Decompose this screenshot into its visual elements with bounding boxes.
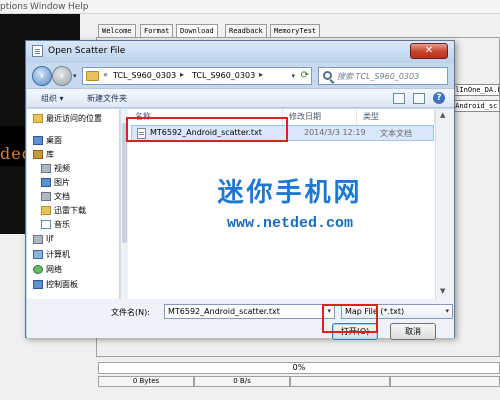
- dialog-toolbar: 组织 ▾ 新建文件夹 ?: [27, 88, 454, 108]
- scroll-down-icon[interactable]: ▼: [440, 287, 445, 295]
- tab-readback[interactable]: Readback: [225, 24, 267, 38]
- back-button[interactable]: ‹: [32, 66, 52, 86]
- refresh-icon[interactable]: ⟳: [301, 70, 309, 81]
- file-modified: 2014/3/3 12:19: [304, 128, 366, 137]
- status-cell-3: [290, 376, 390, 387]
- scroll-up-icon[interactable]: ▲: [440, 111, 445, 119]
- file-scrollbar[interactable]: ▲ ▼: [435, 109, 454, 299]
- tab-welcome[interactable]: Welcome: [98, 24, 136, 38]
- column-modified[interactable]: 修改日期: [283, 109, 357, 125]
- breadcrumb-separator-end[interactable]: ▸: [259, 70, 263, 79]
- control-panel-icon: [33, 280, 43, 289]
- dialog-titlebar[interactable]: Open Scatter File ✕: [26, 41, 454, 63]
- documents-icon: [41, 192, 51, 201]
- address-bar[interactable]: « TCL_S960_0303 ▸ TCL_S960_0303 ▸ ▾ ⟳: [82, 67, 312, 85]
- watermark-url: www.netded.com: [226, 215, 354, 232]
- column-type[interactable]: 类型: [357, 109, 435, 125]
- music-icon: [41, 220, 51, 229]
- progress-bar: 0%: [98, 362, 500, 374]
- status-cell-4: [390, 376, 500, 387]
- file-highlight-box: [126, 117, 288, 142]
- menu-help[interactable]: Help: [68, 2, 89, 12]
- close-button[interactable]: ✕: [410, 43, 448, 59]
- da-file-field[interactable]: llInOne_DA.bin: [448, 84, 500, 96]
- filename-input[interactable]: MT6592_Android_scatter.txt ▾: [164, 304, 335, 319]
- watermark: 迷你手机网 www.netded.com: [175, 172, 405, 232]
- document-icon: [32, 45, 43, 57]
- new-folder-button[interactable]: 新建文件夹: [87, 93, 127, 104]
- dialog-footer: 文件名(N): MT6592_Android_scatter.txt ▾ Map…: [27, 299, 454, 340]
- breadcrumb-separator[interactable]: ▸: [180, 70, 184, 79]
- library-icon: [33, 150, 43, 159]
- breadcrumb-item-2[interactable]: TCL_S960_0303: [192, 71, 255, 80]
- user-icon: [33, 235, 43, 244]
- downloads-folder-icon: [41, 206, 51, 215]
- cancel-button[interactable]: 取消: [390, 323, 436, 340]
- breadcrumb-item-1[interactable]: TCL_S960_0303: [113, 71, 176, 80]
- tab-format[interactable]: Format: [140, 24, 174, 38]
- address-dropdown-icon[interactable]: ▾: [291, 72, 295, 80]
- status-bar: 0% 0 Bytes 0 B/s: [98, 362, 500, 400]
- video-icon: [41, 164, 51, 173]
- watermark-title: 迷你手机网: [217, 178, 363, 208]
- file-type: 文本文档: [380, 129, 412, 138]
- view-options-icon[interactable]: [393, 93, 405, 104]
- address-bar-row: ‹ › ▾ « TCL_S960_0303 ▸ TCL_S960_0303 ▸ …: [32, 65, 448, 87]
- search-icon: [323, 71, 332, 80]
- filename-value: MT6592_Android_scatter.txt: [168, 307, 280, 316]
- preview-pane-icon[interactable]: [413, 93, 425, 104]
- filetype-dropdown-icon[interactable]: ▾: [445, 307, 449, 315]
- breadcrumb-overflow[interactable]: «: [103, 70, 108, 79]
- status-speed: 0 B/s: [194, 376, 290, 387]
- scatter-file-field[interactable]: _Android_sc: [448, 100, 500, 112]
- search-placeholder: 搜索 TCL_S960_0303: [337, 72, 420, 81]
- menu-window[interactable]: Window: [30, 2, 66, 12]
- folder-icon: [86, 71, 99, 81]
- navigation-pane: 最近访问的位置 桌面 库 视频 图片 文档 迅雷下载 音乐 ljf 计算机 网络…: [27, 109, 120, 299]
- pictures-icon: [41, 178, 51, 187]
- filename-label: 文件名(N):: [111, 308, 150, 317]
- open-highlight-box: [322, 304, 378, 333]
- menu-options[interactable]: ptions: [0, 2, 28, 12]
- computer-icon: [33, 250, 43, 259]
- network-icon: [33, 265, 43, 274]
- forward-button[interactable]: ›: [52, 66, 72, 86]
- help-icon[interactable]: ?: [433, 92, 445, 104]
- menu-bar: ptions Window Help: [0, 0, 500, 14]
- recent-places-icon: [33, 114, 43, 123]
- desktop-icon: [33, 136, 43, 145]
- organize-menu[interactable]: 组织 ▾: [41, 93, 64, 104]
- search-box[interactable]: 搜索 TCL_S960_0303: [318, 67, 448, 85]
- tab-memorytest[interactable]: MemoryTest: [270, 24, 321, 38]
- history-dropdown-icon[interactable]: ▾: [73, 72, 77, 80]
- dialog-title: Open Scatter File: [48, 46, 126, 56]
- status-bytes: 0 Bytes: [98, 376, 194, 387]
